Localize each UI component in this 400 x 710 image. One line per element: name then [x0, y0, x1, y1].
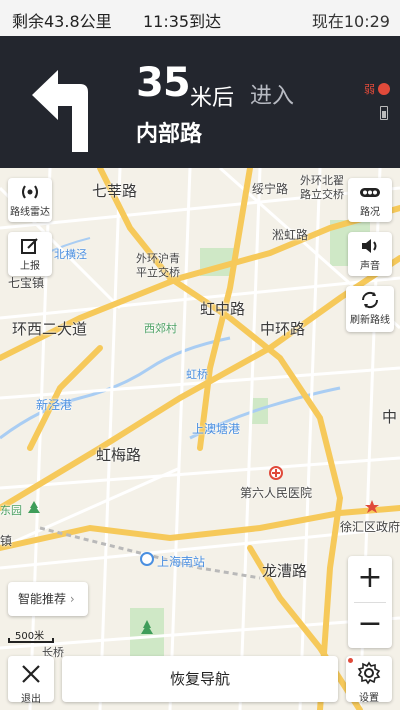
- current-time: 现在10:29: [311, 12, 390, 31]
- map-label-town: 镇: [0, 534, 13, 548]
- gps-weak-label: 弱: [364, 83, 375, 96]
- map-label-xuhui-government: 徐汇区政府: [340, 520, 400, 534]
- distance-unit: 米后: [190, 86, 235, 111]
- map-label-qibao-town: 七宝镇: [8, 276, 45, 290]
- chevron-right-icon: ›: [69, 592, 75, 606]
- settings-notification-dot: [348, 658, 353, 663]
- smart-recommend-label: 智能推荐: [18, 592, 67, 606]
- map-label-hongmei-road: 虹梅路: [96, 446, 142, 464]
- voice-button[interactable]: 声音: [348, 232, 392, 276]
- smart-recommend-button[interactable]: 智能推荐 ›: [8, 582, 88, 616]
- navigation-header: 剩余43.8公里 11:35到达 现在10:29 35 米后 进入 内部路 弱: [0, 0, 400, 168]
- traffic-button[interactable]: 路况: [348, 178, 392, 222]
- route-radar-button[interactable]: 路线雷达: [8, 178, 52, 222]
- resume-navigation-button[interactable]: 恢复导航: [62, 656, 338, 702]
- exit-label: 退出: [21, 694, 41, 705]
- map-scale: 500米: [8, 630, 54, 643]
- refresh-route-button[interactable]: 刷新路线: [346, 286, 394, 332]
- map-label-huanxi-avenue: 环西二大道: [12, 320, 88, 338]
- arrival-time: 11:35到达: [143, 12, 222, 31]
- map-label-songhong-road: 淞虹路: [272, 228, 309, 242]
- map-label-dongyuan: 东园: [0, 504, 22, 517]
- voice-label: 声音: [360, 261, 380, 272]
- map-label-beiheng: 北横泾: [54, 248, 87, 261]
- radar-icon: [22, 185, 38, 199]
- report-button[interactable]: 上报: [8, 232, 52, 276]
- map-label-outer-hu-2: 平立交桥: [136, 266, 180, 279]
- map-label-shangao-port: 上澳塘港: [192, 422, 241, 436]
- exit-button[interactable]: 退出: [8, 656, 54, 705]
- turn-distance: 35: [136, 60, 191, 106]
- traffic-icon: [360, 188, 380, 197]
- turn-left-arrow-icon: [32, 70, 88, 152]
- settings-button[interactable]: 设置: [346, 656, 392, 704]
- map-label-longcao-road: 龙漕路: [262, 562, 308, 580]
- map-label-qixin-road: 七莘路: [92, 182, 138, 200]
- trip-status-bar: 剩余43.8公里 11:35到达 现在10:29: [0, 0, 400, 36]
- route-radar-label: 路线雷达: [10, 207, 50, 218]
- report-label: 上报: [20, 261, 40, 272]
- map-label-hongzhong-road: 虹中路: [200, 300, 246, 318]
- remaining-distance: 剩余43.8公里: [12, 12, 112, 31]
- refresh-icon: [361, 291, 379, 309]
- map-label-zhong: 中: [382, 408, 398, 426]
- map-label-shanghai-south-station: 上海南站: [157, 555, 206, 569]
- battery-icon: [380, 106, 388, 120]
- zoom-out-button[interactable]: −: [348, 602, 392, 648]
- scale-bar: [8, 638, 54, 643]
- speaker-icon: [362, 239, 377, 253]
- map-label-outer-north-2: 路立交桥: [300, 188, 344, 201]
- zoom-control: + −: [348, 556, 392, 648]
- map-label-suining-road: 绥宁路: [252, 182, 289, 196]
- refresh-route-label: 刷新路线: [350, 315, 390, 326]
- traffic-label: 路况: [360, 207, 380, 218]
- edit-report-icon: [21, 238, 38, 254]
- gear-icon: [357, 661, 381, 685]
- map-label-xinjing-port: 新泾港: [36, 398, 73, 412]
- gps-signal-icon: [378, 83, 390, 95]
- close-icon: [22, 665, 40, 683]
- settings-label: 设置: [359, 693, 379, 704]
- zoom-in-button[interactable]: +: [348, 556, 392, 602]
- map-view[interactable]: 七莘路 绥宁路 外环北翟 路立交桥 北横泾 外环沪青 平立交桥 淞虹路 七宝镇 …: [0, 168, 400, 710]
- map-label-xijiao-village: 西郊村: [144, 322, 177, 335]
- map-label-middle-ring-road: 中环路: [260, 320, 306, 338]
- next-road-name: 内部路: [136, 122, 203, 147]
- turn-action: 进入: [250, 84, 295, 109]
- map-label-hongqiao: 虹桥: [186, 368, 208, 381]
- map-label-sixth-hospital: 第六人民医院: [240, 486, 313, 500]
